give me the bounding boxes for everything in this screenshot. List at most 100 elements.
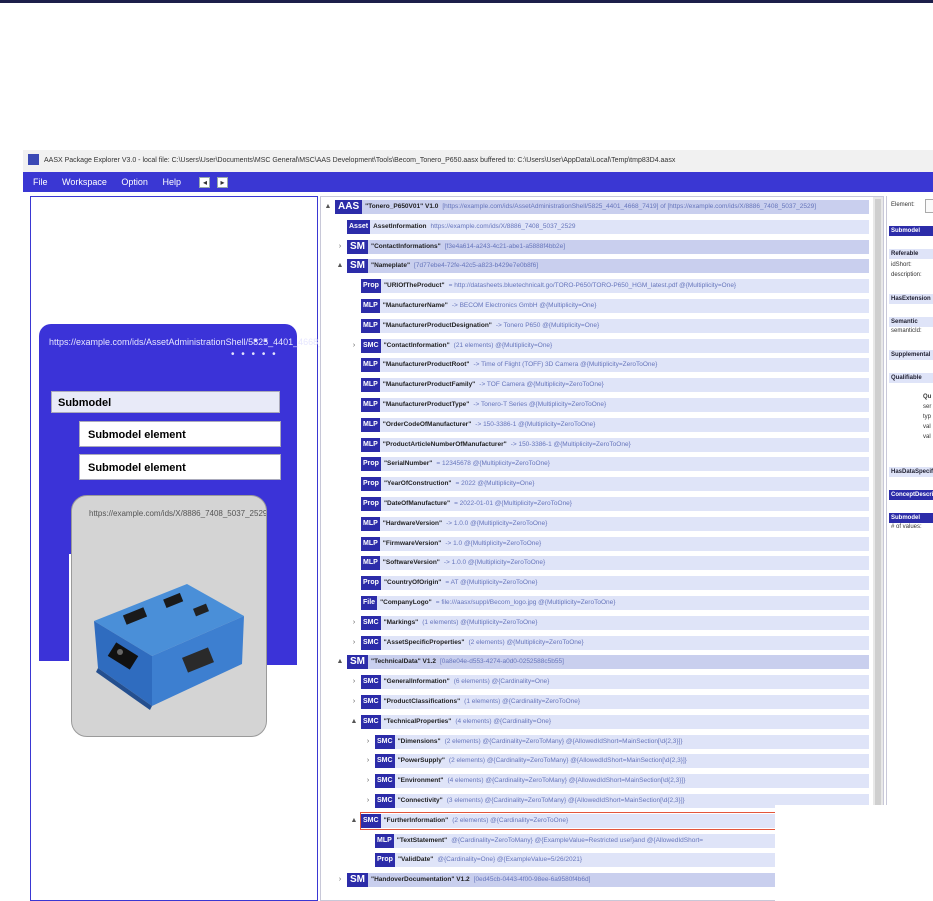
- tree-row[interactable]: › SMC "Environment" (4 elements) @{Cardinal…: [367, 773, 869, 789]
- tree-row[interactable]: › SMC "ContactInformation" (21 elements) @{…: [353, 338, 869, 354]
- tree-row[interactable]: › SMC "ProductClassifications" (1 elements)…: [353, 694, 869, 710]
- element-description: -> 150-3386-1 @{Multiplicity=ZeroToOne}: [475, 420, 596, 428]
- expand-toggle-icon[interactable]: ›: [363, 753, 373, 769]
- tree-row[interactable]: MLP "ManufacturerProductType" -> Tonero-T …: [361, 397, 869, 413]
- tree-row[interactable]: ▲ SM "Nameplate" [7d77ebe4-72fe-42c5-a823-b…: [337, 258, 869, 274]
- tree-row[interactable]: MLP "ManufacturerProductFamily" -> TOF Cam…: [361, 377, 869, 393]
- tree-row[interactable]: MLP "HardwareVersion" -> 1.0.0 @{Multiplic…: [361, 516, 869, 532]
- expand-toggle-icon[interactable]: ›: [349, 615, 359, 631]
- element-description: -> Time of Flight (TOFF) 3D Camera @{Mul…: [473, 361, 658, 369]
- qualifier-label: Qu: [923, 394, 932, 400]
- aas-element-tree[interactable]: ▲ AAS "Tonero_P650V01" V1.0 [https://exampl…: [320, 196, 884, 901]
- element-name: "Environment": [397, 777, 444, 785]
- expand-toggle-icon[interactable]: ▲: [335, 654, 345, 670]
- tree-row[interactable]: ▲ SMC "TechnicalProperties" (4 elements) @{…: [351, 714, 869, 730]
- expand-toggle-icon[interactable]: ›: [349, 674, 359, 690]
- tree-row[interactable]: MLP "ManufacturerName" -> BECOM Electronic…: [361, 298, 869, 314]
- expand-toggle-icon[interactable]: ▲: [335, 258, 345, 274]
- tree-row[interactable]: Prop "DateOfManufacture" = 2022-01-01 @{Mu…: [361, 496, 869, 512]
- app-icon: [28, 153, 39, 165]
- element-name: "Nameplate": [371, 262, 411, 270]
- element-type-badge: SMC: [361, 338, 381, 353]
- submodel-element-box: Submodel element: [79, 454, 281, 480]
- section-hasdataspecification: HasDataSpecification: [889, 467, 933, 477]
- element-description: (4 elements) @{Cardinality=ZeroToMany} @…: [447, 777, 686, 785]
- element-description: -> TOF Camera @{Multiplicity=ZeroToOne}: [479, 381, 604, 389]
- tree-row[interactable]: MLP "ManufacturerProductRoot" -> Time of F…: [361, 357, 869, 373]
- tree-row[interactable]: MLP "ManufacturerProductDesignation" -> To…: [361, 318, 869, 334]
- qualifier-field: ser: [923, 404, 932, 410]
- element-description: = http://datasheets.bluetechnicalt.go/TO…: [448, 282, 737, 290]
- aas-identifier: https://example.com/ids/AssetAdministrat…: [49, 337, 344, 347]
- expand-toggle-icon[interactable]: ›: [335, 239, 345, 255]
- element-type-badge: MLP: [361, 556, 380, 571]
- element-name: AssetInformation: [373, 222, 427, 230]
- element-name: "HardwareVersion": [382, 519, 443, 527]
- tree-scrollbar[interactable]: [873, 197, 883, 900]
- element-description: (2 elements) @{Cardinality=ZeroToMany} @…: [448, 757, 687, 765]
- expand-toggle-icon[interactable]: ›: [349, 338, 359, 354]
- expand-toggle-icon[interactable]: ›: [363, 734, 373, 750]
- tree-row[interactable]: › SM "ContactInformations" [f3e4a614-a243-4…: [339, 239, 869, 255]
- tree-row[interactable]: File "CompanyLogo" = file:///aasx/suppl/Be…: [361, 595, 869, 611]
- tree-row[interactable]: Asset AssetInformation https://example.com…: [347, 219, 869, 235]
- element-properties-panel: Element: Submodel Referable idShort: des…: [886, 196, 933, 901]
- element-name: "ContactInformations": [371, 242, 441, 250]
- tree-row[interactable]: Prop "CountryOfOrigin" = AT @{Multiplicity…: [361, 575, 869, 591]
- tree-row[interactable]: › SMC "Markings" (1 elements) @{Multiplicit…: [353, 615, 869, 631]
- element-description: (1 elements) @{Cardinality=ZeroToOne}: [464, 698, 581, 705]
- menu-help[interactable]: Help: [162, 177, 181, 187]
- element-type-badge: SMC: [375, 774, 395, 789]
- element-description: -> BECOM Electronics GmbH @{Multiplicity…: [451, 302, 597, 309]
- scroll-thumb[interactable]: [875, 199, 881, 839]
- diagram-tail: [267, 565, 297, 665]
- tree-row[interactable]: MLP "ProductArticleNumberOfManufacturer" -…: [361, 437, 869, 453]
- element-label: Element:: [891, 202, 915, 208]
- element-type-badge: SM: [347, 655, 368, 670]
- diagram-tail: [39, 553, 69, 661]
- tree-row[interactable]: Prop "URIOfTheProduct" = http://datasheets…: [361, 278, 869, 294]
- description-label: description:: [891, 272, 922, 278]
- element-description: = 2022 @{Multiplicity=One}: [455, 480, 535, 488]
- tree-row[interactable]: MLP "SoftwareVersion" -> 1.0.0 @{Multiplic…: [361, 555, 869, 571]
- element-description: (21 elements) @{Multiplicity=One}: [453, 341, 553, 349]
- forward-icon[interactable]: ▸: [217, 177, 228, 189]
- tree-row[interactable]: ▲ AAS "Tonero_P650V01" V1.0 [https://exampl…: [325, 199, 869, 215]
- tree-row[interactable]: Prop "SerialNumber" = 12345678 @{Multiplic…: [361, 456, 869, 472]
- tree-row[interactable]: › SMC "Dimensions" (2 elements) @{Cardinali…: [367, 734, 869, 750]
- element-name: "ContactInformation": [383, 341, 450, 349]
- expand-toggle-icon[interactable]: ▲: [349, 813, 359, 829]
- element-type-badge: MLP: [361, 299, 380, 313]
- expand-toggle-icon[interactable]: ›: [363, 793, 373, 809]
- menu-file[interactable]: File: [33, 177, 48, 187]
- element-dropdown[interactable]: [925, 199, 933, 213]
- element-description: = 12345678 @{Multiplicity=ZeroToOne}: [436, 460, 550, 468]
- section-submodel: Submodel: [889, 226, 933, 236]
- element-type-badge: Asset: [347, 219, 371, 234]
- element-type-badge: SMC: [361, 675, 381, 690]
- element-description: -> 150-3386-1 @{Multiplicity=ZeroToOne}: [510, 440, 631, 448]
- tree-row[interactable]: › SMC "GeneralInformation" (6 elements) @{C…: [353, 674, 869, 690]
- back-icon[interactable]: ◂: [199, 177, 211, 189]
- expand-toggle-icon[interactable]: ›: [335, 872, 345, 888]
- tree-row[interactable]: › SMC "AssetSpecificProperties" (2 elements…: [353, 635, 869, 651]
- expand-toggle-icon[interactable]: ▲: [349, 714, 359, 730]
- expand-toggle-icon[interactable]: ›: [349, 635, 359, 651]
- expand-toggle-icon[interactable]: ›: [349, 694, 359, 710]
- expand-toggle-icon[interactable]: ▲: [323, 199, 333, 215]
- tree-row[interactable]: ▲ SM "TechnicalData" V1.2 [0a8e04e-d553-427…: [337, 654, 869, 670]
- element-type-badge: AAS: [335, 200, 363, 214]
- tree-row[interactable]: MLP "FirmwareVersion" -> 1.0 @{Multiplicit…: [361, 536, 869, 552]
- element-description: [https://example.com/ids/AssetAdministra…: [442, 203, 817, 210]
- tree-row[interactable]: › SMC "PowerSupply" (2 elements) @{Cardinal…: [367, 753, 869, 769]
- menu-bar: File Workspace Option Help ◂ ▸: [23, 172, 933, 192]
- top-border-line: [0, 0, 933, 3]
- menu-workspace[interactable]: Workspace: [62, 177, 107, 187]
- expand-toggle-icon[interactable]: ›: [363, 773, 373, 789]
- menu-option[interactable]: Option: [121, 177, 148, 187]
- tree-row[interactable]: Prop "YearOfConstruction" = 2022 @{Multipl…: [361, 476, 869, 492]
- element-description: -> 1.0.0 @{Multiplicity=ZeroToOne}: [446, 519, 548, 527]
- tree-row[interactable]: MLP "OrderCodeOfManufacturer" -> 150-3386-…: [361, 417, 869, 433]
- element-description: -> 1.0.0 @{Multiplicity=ZeroToOne}: [443, 559, 546, 567]
- overlay-blank: [775, 805, 933, 901]
